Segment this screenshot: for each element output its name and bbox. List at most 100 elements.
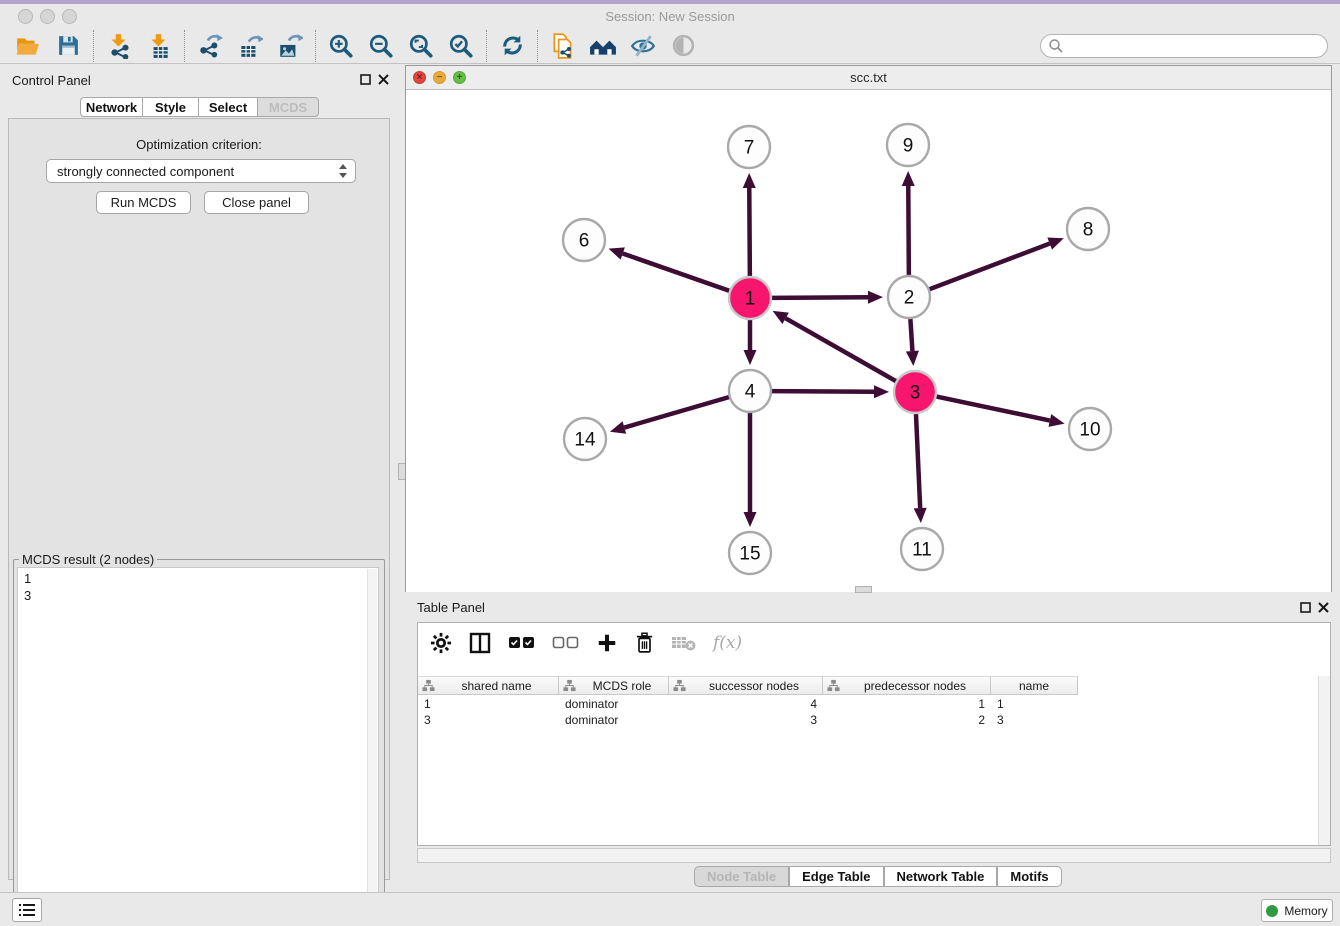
graph-edge-arrowhead bbox=[906, 351, 919, 366]
first-neighbors-button[interactable] bbox=[583, 30, 623, 62]
zoom-selected-button[interactable] bbox=[441, 30, 481, 62]
network-canvas[interactable]: 7968124314101511 bbox=[406, 90, 1331, 592]
network-window-titlebar[interactable]: × − + scc.txt bbox=[406, 66, 1331, 90]
delete-table-button table-x-icon[interactable] bbox=[671, 634, 697, 652]
network-close-button[interactable]: × bbox=[413, 71, 426, 84]
network-window: × − + scc.txt 7968124314101511 bbox=[405, 65, 1332, 592]
import-table-button[interactable] bbox=[139, 30, 179, 62]
graph-edge-2-8[interactable] bbox=[930, 244, 1050, 290]
optimization-criterion-value: strongly connected component bbox=[57, 164, 234, 179]
clone-network-button[interactable] bbox=[543, 30, 583, 62]
save-session-button[interactable] bbox=[48, 30, 88, 62]
column-header-name[interactable]: name bbox=[991, 676, 1078, 695]
table-row[interactable]: 1 dominator 4 1 1 bbox=[418, 696, 1330, 712]
graph-edge-4-14[interactable] bbox=[624, 397, 729, 427]
cell-name: 1 bbox=[991, 696, 1078, 712]
mcds-result-title: MCDS result (2 nodes) bbox=[19, 552, 157, 567]
column-header-mcds-role[interactable]: MCDS role bbox=[559, 676, 669, 695]
mcds-result-textarea[interactable]: 1 3 bbox=[17, 567, 379, 923]
zoom-out-button[interactable] bbox=[361, 30, 401, 62]
shared-column-icon bbox=[673, 679, 686, 692]
delete-column-button trash-icon[interactable] bbox=[634, 632, 655, 654]
table-vertical-scrollbar[interactable] bbox=[1318, 676, 1330, 845]
graph-edge-2-3[interactable] bbox=[910, 319, 912, 351]
control-panel: Control Panel Network Style Select MCDS … bbox=[0, 65, 396, 888]
memory-button[interactable]: Memory bbox=[1261, 899, 1333, 922]
close-panel-button[interactable]: Close panel bbox=[204, 191, 309, 214]
mcds-result-group: MCDS result (2 nodes) 1 3 bbox=[13, 552, 385, 926]
zoom-fit-button[interactable] bbox=[401, 30, 441, 62]
close-panel-icon[interactable] bbox=[378, 74, 389, 85]
column-header-successor-nodes[interactable]: successor nodes bbox=[669, 676, 823, 695]
open-file-button[interactable] bbox=[8, 30, 48, 62]
tab-style[interactable]: Style bbox=[142, 97, 199, 117]
cell-shared-name: 1 bbox=[418, 696, 559, 712]
column-header-predecessor-nodes[interactable]: predecessor nodes bbox=[823, 676, 991, 695]
export-network-button[interactable] bbox=[190, 30, 230, 62]
open-file-icon bbox=[15, 33, 41, 59]
graph-node-label: 6 bbox=[579, 231, 590, 252]
zoom-in-button[interactable] bbox=[321, 30, 361, 62]
show-graphics-details-button[interactable] bbox=[663, 30, 703, 62]
graph-edge-4-3[interactable] bbox=[772, 391, 874, 392]
export-image-button[interactable] bbox=[270, 30, 310, 62]
column-header-shared-name[interactable]: shared name bbox=[418, 676, 559, 695]
graph-node-label: 9 bbox=[903, 136, 914, 157]
graph-edge-1-7[interactable] bbox=[749, 188, 750, 276]
tab-edge-table[interactable]: Edge Table bbox=[789, 866, 883, 887]
table-row[interactable]: 3 dominator 3 2 3 bbox=[418, 712, 1330, 728]
zoom-in-icon bbox=[328, 33, 354, 59]
status-bar: Memory bbox=[0, 892, 1340, 926]
graph-edge-1-6[interactable] bbox=[623, 254, 730, 291]
tab-motifs[interactable]: Motifs bbox=[997, 866, 1061, 887]
memory-label: Memory bbox=[1284, 904, 1327, 918]
graph-edge-3-10[interactable] bbox=[937, 397, 1050, 421]
network-minimize-button[interactable]: − bbox=[433, 71, 446, 84]
tab-network[interactable]: Network bbox=[80, 97, 143, 117]
cell-successor-nodes: 3 bbox=[669, 712, 823, 728]
graph-edge-arrowhead bbox=[902, 171, 915, 186]
mcds-result-line: 1 bbox=[24, 570, 378, 587]
show-column-panel-button columns-icon[interactable] bbox=[468, 631, 492, 655]
tab-select[interactable]: Select bbox=[198, 97, 258, 117]
optimization-criterion-select[interactable]: strongly connected component bbox=[46, 159, 356, 183]
search-input[interactable] bbox=[1064, 36, 1327, 56]
graph-edge-3-11[interactable] bbox=[916, 414, 920, 508]
select-stepper-icon bbox=[338, 164, 348, 178]
deselect-all-rows-button unchecked-boxes-icon[interactable] bbox=[552, 635, 580, 651]
tab-mcds[interactable]: MCDS bbox=[257, 97, 319, 117]
import-network-button[interactable] bbox=[99, 30, 139, 62]
cell-predecessor-nodes: 1 bbox=[823, 696, 991, 712]
graph-edge-arrowhead bbox=[609, 247, 625, 259]
table-float-icon[interactable] bbox=[1300, 602, 1311, 613]
create-column-button plus-icon[interactable] bbox=[596, 632, 618, 654]
export-table-button[interactable] bbox=[230, 30, 270, 62]
graph-edge-1-2[interactable] bbox=[772, 297, 868, 298]
select-all-rows-button checked-boxes-icon[interactable] bbox=[508, 635, 536, 651]
memory-status-dot bbox=[1266, 905, 1278, 917]
search-field[interactable] bbox=[1040, 34, 1328, 58]
graph-edge-arrowhead bbox=[1047, 237, 1063, 249]
network-bottom-grip[interactable] bbox=[855, 586, 872, 593]
graph-edge-2-9[interactable] bbox=[908, 186, 909, 275]
run-mcds-button[interactable]: Run MCDS bbox=[96, 191, 191, 214]
function-builder-button fx-icon[interactable]: f(x) bbox=[713, 633, 742, 653]
float-panel-icon[interactable] bbox=[360, 74, 371, 85]
hide-graphics-details-button[interactable] bbox=[623, 30, 663, 62]
graph-node-label: 15 bbox=[739, 544, 760, 565]
window-titlebar: Session: New Session bbox=[0, 4, 1340, 28]
table-horizontal-scrollbar[interactable] bbox=[417, 848, 1331, 863]
toolbar-separator bbox=[184, 30, 185, 62]
tab-network-table[interactable]: Network Table bbox=[884, 866, 998, 887]
table-settings-button gear-icon[interactable] bbox=[430, 632, 452, 654]
search-icon bbox=[1048, 38, 1064, 54]
task-history-button[interactable] bbox=[12, 898, 42, 922]
shared-column-icon bbox=[422, 679, 435, 692]
network-maximize-button[interactable]: + bbox=[453, 71, 466, 84]
table-close-icon[interactable] bbox=[1318, 602, 1329, 613]
result-scrollbar[interactable] bbox=[367, 569, 377, 921]
refresh-layout-button[interactable] bbox=[492, 30, 532, 62]
graph-edge-3-1[interactable] bbox=[786, 318, 896, 381]
tab-node-table[interactable]: Node Table bbox=[694, 866, 789, 887]
refresh-layout-icon bbox=[500, 33, 525, 58]
